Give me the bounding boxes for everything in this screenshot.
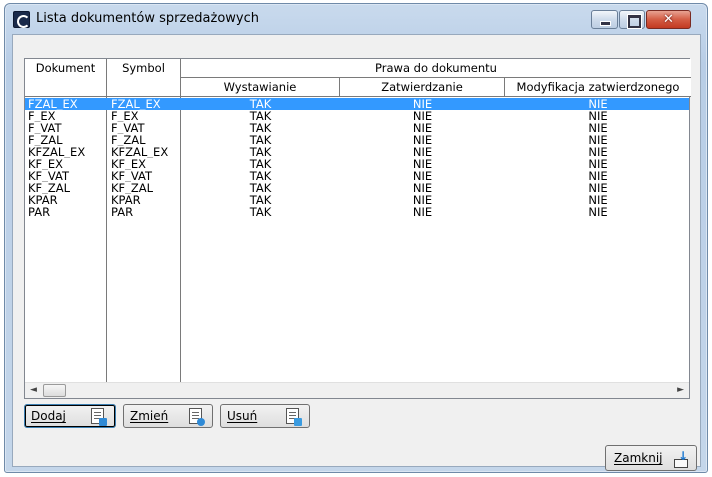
delete-button[interactable]: Usuń <box>220 404 310 428</box>
cell-modyfikacja: NIE <box>588 158 608 170</box>
client-area: Dokument Symbol Prawa do dokumentu Wysta… <box>12 34 701 471</box>
document-delete-icon <box>286 408 302 426</box>
cell-wystawianie: TAK <box>249 134 272 146</box>
cell-symbol: F_EX <box>111 110 139 122</box>
cell-dokument: F_EX <box>28 110 56 122</box>
edit-button[interactable]: Zmień <box>123 404 213 428</box>
cell-wystawianie: TAK <box>249 110 272 122</box>
cell-dokument: PAR <box>28 206 51 218</box>
cell-zatwierdzanie: NIE <box>412 98 433 110</box>
table-row[interactable]: F_VAT F_VAT TAK NIE NIE <box>25 122 689 134</box>
table-row[interactable]: KFZAL_EX KFZAL_EX TAK NIE NIE <box>25 146 689 158</box>
dialog-window: Lista dokumentów sprzedażowych ✕ Dokumen… <box>4 3 708 473</box>
delete-button-label: Usuń <box>227 409 258 423</box>
add-button[interactable]: Dodaj <box>24 404 116 428</box>
cell-zatwierdzanie: NIE <box>412 206 433 218</box>
cell-modyfikacja: NIE <box>588 182 608 194</box>
cell-dokument: KPAR <box>28 194 58 206</box>
cell-wystawianie: TAK <box>249 158 272 170</box>
cell-modyfikacja: NIE <box>588 170 608 182</box>
column-header-modyfikacja[interactable]: Modyfikacja zatwierdzonego <box>505 78 691 97</box>
cell-dokument: KF_ZAL <box>28 182 71 194</box>
cell-zatwierdzanie: NIE <box>412 170 433 182</box>
cell-symbol: KFZAL_EX <box>111 146 169 158</box>
title-bar[interactable]: Lista dokumentów sprzedażowych ✕ <box>5 4 707 34</box>
cell-modyfikacja: NIE <box>588 134 608 146</box>
cell-symbol: KF_EX <box>111 158 147 170</box>
exit-icon: ↓ <box>672 449 690 468</box>
cell-dokument: F_VAT <box>28 122 62 134</box>
cell-modyfikacja: NIE <box>588 146 608 158</box>
table-row[interactable]: F_EX F_EX TAK NIE NIE <box>25 110 689 122</box>
cell-modyfikacja: NIE <box>588 206 608 218</box>
cell-symbol: KF_VAT <box>111 170 153 182</box>
window-title: Lista dokumentów sprzedażowych <box>36 11 260 26</box>
cell-zatwierdzanie: NIE <box>412 158 433 170</box>
table-row[interactable]: FZAL_EX FZAL_EX TAK NIE NIE <box>25 98 689 110</box>
close-button-label: Zamknij <box>614 451 663 465</box>
scrollbar-thumb[interactable] <box>43 384 66 397</box>
cell-modyfikacja: NIE <box>588 110 608 122</box>
cell-wystawianie: TAK <box>249 122 272 134</box>
scroll-left-icon[interactable]: ◄ <box>30 385 37 395</box>
close-button[interactable]: Zamknij ↓ <box>605 445 697 471</box>
add-button-label: Dodaj <box>31 409 66 423</box>
document-add-icon <box>91 408 107 426</box>
cell-dokument: FZAL_EX <box>28 98 78 110</box>
cell-dokument: KF_VAT <box>28 170 70 182</box>
cell-modyfikacja: NIE <box>588 98 608 110</box>
cell-wystawianie: TAK <box>249 194 272 206</box>
cell-dokument: F_ZAL <box>28 134 63 146</box>
cell-symbol: KPAR <box>111 194 141 206</box>
scroll-right-icon[interactable]: ► <box>677 385 684 395</box>
cell-symbol: KF_ZAL <box>111 182 154 194</box>
column-header-wystawianie[interactable]: Wystawianie <box>181 78 340 97</box>
table-row[interactable]: KPAR KPAR TAK NIE NIE <box>25 194 689 206</box>
column-header-zatwierdzanie[interactable]: Zatwierdzanie <box>340 78 505 97</box>
cell-symbol: F_ZAL <box>111 134 146 146</box>
maximize-button[interactable] <box>619 10 645 29</box>
column-group-header-prawa: Prawa do dokumentu <box>181 59 691 78</box>
table-row[interactable]: KF_ZAL KF_ZAL TAK NIE NIE <box>25 182 689 194</box>
column-header-symbol[interactable]: Symbol <box>107 59 181 97</box>
cell-dokument: KF_EX <box>28 158 64 170</box>
table-row[interactable]: PAR PAR TAK NIE NIE <box>25 206 689 218</box>
cell-modyfikacja: NIE <box>588 122 608 134</box>
cell-wystawianie: TAK <box>249 98 272 110</box>
cell-symbol: FZAL_EX <box>111 98 161 110</box>
cell-zatwierdzanie: NIE <box>412 110 433 122</box>
cell-modyfikacja: NIE <box>588 194 608 206</box>
cell-zatwierdzanie: NIE <box>412 122 433 134</box>
cell-wystawianie: TAK <box>249 206 272 218</box>
horizontal-scrollbar[interactable]: ◄ ► <box>25 382 689 398</box>
column-header-dokument[interactable]: Dokument <box>25 59 107 97</box>
cell-wystawianie: TAK <box>249 146 272 158</box>
cell-wystawianie: TAK <box>249 170 272 182</box>
minimize-button[interactable] <box>591 10 618 29</box>
close-window-button[interactable]: ✕ <box>646 10 691 29</box>
cell-wystawianie: TAK <box>249 182 272 194</box>
table-row[interactable]: KF_VAT KF_VAT TAK NIE NIE <box>25 170 689 182</box>
document-edit-icon <box>189 408 205 426</box>
documents-list[interactable]: Dokument Symbol Prawa do dokumentu Wysta… <box>24 58 691 399</box>
app-icon <box>13 11 30 28</box>
cell-zatwierdzanie: NIE <box>412 134 433 146</box>
cell-zatwierdzanie: NIE <box>412 146 433 158</box>
cell-symbol: PAR <box>111 206 134 218</box>
cell-symbol: F_VAT <box>111 122 145 134</box>
cell-zatwierdzanie: NIE <box>412 182 433 194</box>
cell-dokument: KFZAL_EX <box>28 146 86 158</box>
table-row[interactable]: F_ZAL F_ZAL TAK NIE NIE <box>25 134 689 146</box>
cell-zatwierdzanie: NIE <box>412 194 433 206</box>
close-icon: ✕ <box>663 12 674 27</box>
edit-button-label: Zmień <box>130 409 169 423</box>
table-row[interactable]: KF_EX KF_EX TAK NIE NIE <box>25 158 689 170</box>
